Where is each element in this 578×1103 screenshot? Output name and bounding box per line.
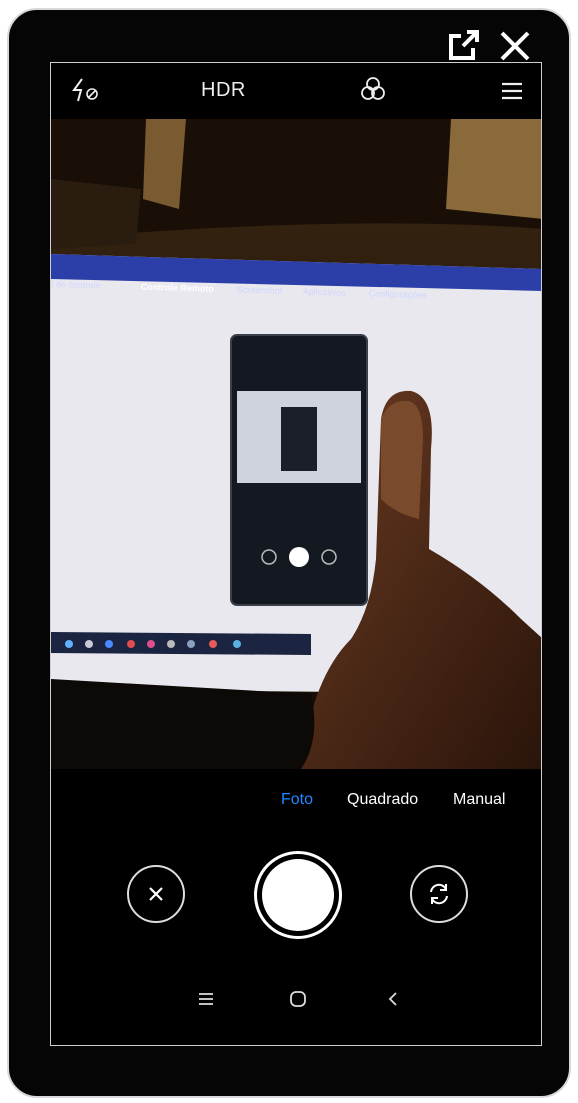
external-link-icon[interactable] — [447, 30, 481, 62]
hdr-toggle[interactable]: HDR — [201, 79, 246, 102]
mode-manual[interactable]: Manual — [453, 791, 505, 809]
android-nav-bar — [51, 983, 541, 1023]
camera-viewfinder[interactable]: ...el de controle Controle Remoto Screen… — [51, 119, 541, 769]
taskbar-icons — [65, 640, 241, 648]
screen-tab: ...el de controle — [51, 278, 101, 291]
screen-tab: Aplicativos — [302, 286, 346, 298]
home-icon[interactable] — [289, 990, 307, 1013]
recents-icon[interactable] — [198, 991, 214, 1012]
camera-mode-selector: Foto Quadrado Manual — [51, 791, 541, 821]
close-icon[interactable] — [499, 30, 531, 62]
window-controls — [447, 30, 531, 62]
mode-quadrado[interactable]: Quadrado — [347, 791, 418, 809]
screen-tab: Screenshot — [236, 284, 283, 296]
shutter-button[interactable] — [254, 851, 342, 939]
shutter-icon — [262, 859, 334, 931]
cancel-button[interactable] — [127, 865, 185, 923]
switch-camera-icon — [426, 881, 452, 912]
back-icon[interactable] — [387, 991, 399, 1012]
switch-camera-button[interactable] — [410, 865, 468, 923]
screen-tab: Configurações — [368, 288, 427, 301]
close-circle-icon — [146, 884, 166, 909]
screen-tab: Controle Remoto — [140, 281, 214, 294]
viewfinder-image — [51, 119, 541, 769]
camera-top-bar: HDR — [51, 63, 541, 119]
hamburger-menu-icon[interactable] — [500, 81, 524, 106]
phone-screen: HDR ...el de controle Controle Remoto Sc… — [50, 62, 542, 1046]
mode-foto[interactable]: Foto — [281, 791, 313, 809]
flash-off-icon[interactable] — [71, 77, 101, 108]
filters-icon[interactable] — [360, 75, 386, 108]
